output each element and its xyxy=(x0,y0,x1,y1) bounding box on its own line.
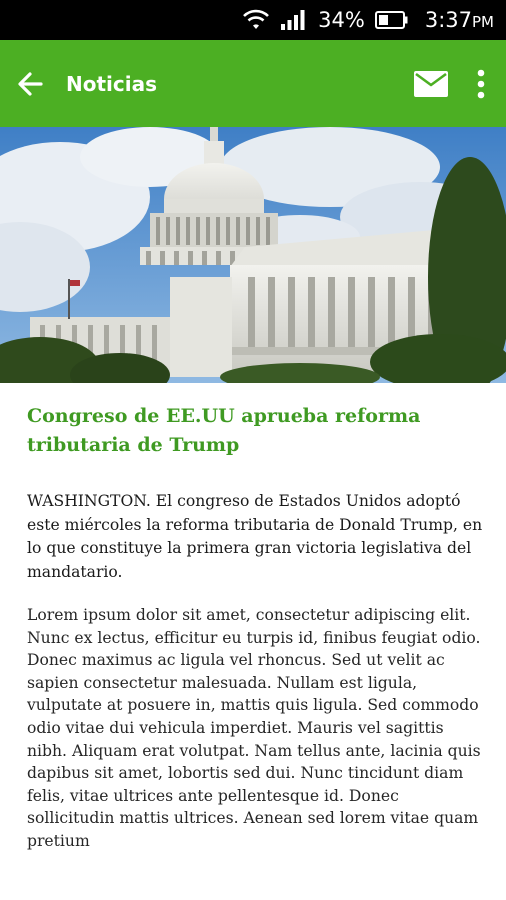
mail-button[interactable] xyxy=(408,40,454,127)
wifi-icon xyxy=(242,9,270,31)
back-arrow-icon xyxy=(18,71,43,96)
more-options-button[interactable] xyxy=(464,40,498,127)
status-time: 3:37PM xyxy=(425,8,494,32)
mail-icon xyxy=(414,70,448,97)
page-title: Noticias xyxy=(66,71,158,96)
battery-icon xyxy=(374,10,409,30)
back-button[interactable] xyxy=(0,40,60,127)
article-body: Lorem ipsum dolor sit amet, consectetur … xyxy=(27,606,481,850)
app-bar: Noticias xyxy=(0,40,506,127)
more-vert-icon xyxy=(477,69,485,98)
status-bar: 34% 3:37PM xyxy=(0,0,506,40)
battery-percent: 34% xyxy=(318,8,365,32)
signal-icon xyxy=(280,9,306,31)
article-image xyxy=(0,127,506,383)
article-title: Congreso de EE.UU aprueba reforma tribut… xyxy=(27,405,421,456)
article-lead: WASHINGTON. El congreso de Estados Unido… xyxy=(27,492,483,581)
status-time-value: 3:37 xyxy=(424,8,472,32)
status-time-suffix: PM xyxy=(472,13,494,31)
